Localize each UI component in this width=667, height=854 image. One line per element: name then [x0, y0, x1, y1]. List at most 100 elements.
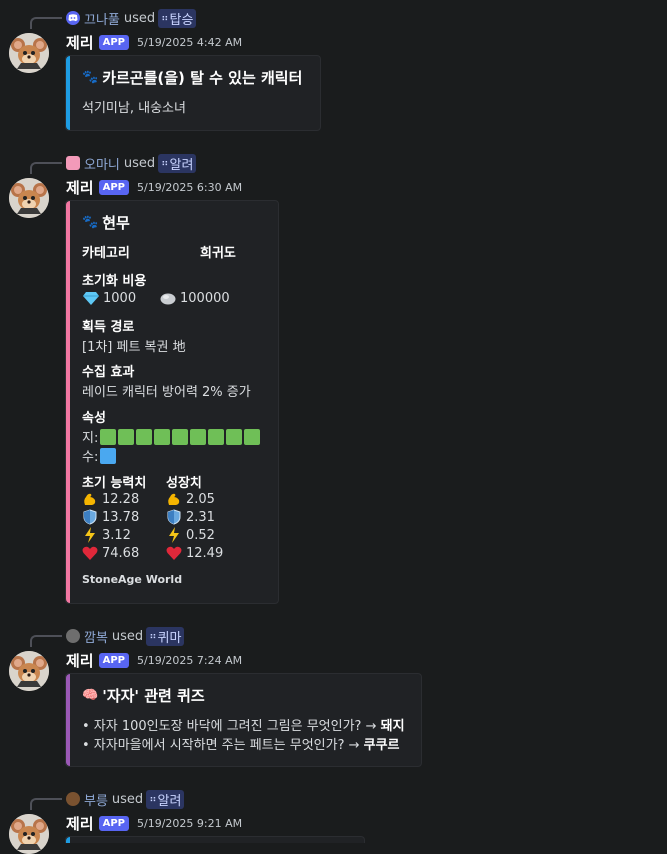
quiz-question-1: • 자자 100인도장 바닥에 그려진 그림은 무엇인가? → — [82, 719, 381, 734]
command-name: 알려 — [169, 157, 194, 173]
attr-water-row: 수: — [82, 446, 118, 465]
initial-defense-value: 13.78 — [102, 509, 140, 525]
growth-hp-value: 12.49 — [186, 545, 224, 561]
gem-icon — [82, 290, 100, 306]
animal-avatar-icon — [66, 629, 80, 643]
shield-icon — [81, 509, 99, 525]
field-route-value: [1차] 페트 복권 地 — [82, 340, 186, 355]
message-header: 제리 APP 5/19/2025 4:42 AM — [66, 32, 242, 52]
embed-title: 🐾 현무 — [82, 212, 130, 233]
quiz-line-1: • 자자 100인도장 바닥에 그려진 그림은 무엇인가? → 돼지 — [82, 715, 405, 734]
field-route-label: 획득 경로 — [82, 320, 135, 335]
avatar[interactable] — [9, 814, 49, 854]
discord-icon — [66, 11, 80, 25]
pink-avatar-icon — [66, 156, 80, 170]
growth-speed: 0.52 — [165, 527, 215, 543]
lightning-icon — [165, 527, 183, 543]
muscle-icon — [165, 491, 183, 507]
attr-square — [136, 428, 153, 445]
initial-defense: 13.78 — [81, 509, 139, 525]
slash-command[interactable]: ⠶ 탑승 — [158, 8, 197, 28]
timestamp[interactable]: 5/19/2025 4:42 AM — [137, 36, 242, 49]
reply-used-text: used — [111, 628, 144, 644]
field-growth-label: 성장치 — [166, 476, 202, 491]
reply-username[interactable]: 부릉 — [84, 790, 108, 809]
initial-attack: 12.28 — [81, 491, 139, 507]
username[interactable]: 제리 — [66, 650, 94, 671]
reply-connector — [30, 635, 62, 647]
lightning-icon — [81, 527, 99, 543]
embed-title: 🐾 카르곤를(을) 탈 수 있는 캐릭터 — [82, 67, 302, 88]
brain-icon: 🧠 — [82, 688, 99, 703]
reply-context[interactable]: 부릉 used ⠶ 알려 — [66, 789, 185, 809]
reply-used-text: used — [111, 791, 144, 807]
timestamp[interactable]: 5/19/2025 6:30 AM — [137, 181, 242, 194]
shield-icon — [165, 509, 183, 525]
embed-card: 🐾 현무 카테고리 희귀도 초기화 비용 1000 100000 획득 경로 [… — [65, 200, 279, 604]
embed-description: 석기미남, 내숭소녀 — [82, 101, 186, 116]
heart-icon — [81, 545, 99, 561]
username[interactable]: 제리 — [66, 813, 94, 834]
command-icon: ⠶ — [149, 630, 156, 642]
timestamp[interactable]: 5/19/2025 7:24 AM — [137, 654, 242, 667]
embed-footer: StoneAge World — [82, 573, 183, 586]
reply-used-text: used — [123, 155, 156, 171]
cost-gem-value: 1000 — [103, 290, 137, 306]
message-header: 제리 APP 5/19/2025 9:21 AM — [66, 813, 242, 833]
command-icon: ⠶ — [161, 12, 168, 24]
avatar[interactable] — [9, 33, 49, 73]
embed-title: 🧠 '자자' 관련 퀴즈 — [82, 685, 205, 706]
message-header: 제리 APP 5/19/2025 7:24 AM — [66, 650, 242, 670]
field-cost-label: 초기화 비용 — [82, 274, 147, 289]
slash-command[interactable]: ⠶ 알려 — [158, 153, 197, 173]
reply-context[interactable]: 끄나풀 used ⠶ 탑승 — [66, 8, 197, 28]
initial-attack-value: 12.28 — [102, 491, 140, 507]
embed-title-text: 카르곤를(을) 탈 수 있는 캐릭터 — [102, 69, 303, 87]
app-badge: APP — [98, 179, 130, 195]
quiz-answer-1: 돼지 — [380, 719, 405, 734]
reply-username[interactable]: 끄나풀 — [84, 9, 120, 28]
attr-square — [100, 447, 117, 464]
reply-username[interactable]: 깜복 — [84, 627, 108, 646]
attr-water-squares — [100, 447, 118, 464]
paw-icon: 🐾 — [82, 70, 99, 85]
slash-command[interactable]: ⠶ 퀴마 — [146, 626, 185, 646]
command-name: 알려 — [157, 793, 182, 809]
timestamp[interactable]: 5/19/2025 9:21 AM — [137, 817, 242, 830]
reply-connector — [30, 17, 62, 29]
reply-username[interactable]: 오마니 — [84, 154, 120, 173]
growth-defense: 2.31 — [165, 509, 215, 525]
reply-context[interactable]: 깜복 used ⠶ 퀴마 — [66, 626, 185, 646]
stone-icon — [159, 290, 177, 306]
reply-context[interactable]: 오마니 used ⠶ 알려 — [66, 153, 197, 173]
username[interactable]: 제리 — [66, 32, 94, 53]
reply-connector — [30, 162, 62, 174]
embed-accent-bar — [66, 201, 70, 603]
command-name: 탑승 — [169, 12, 194, 28]
attr-square — [172, 428, 189, 445]
attr-earth-squares — [100, 428, 262, 445]
embed-title-text: 현무 — [102, 214, 130, 232]
embed-accent-bar — [66, 56, 70, 130]
growth-attack-value: 2.05 — [186, 491, 215, 507]
embed-card: 🐾 카르곤를(을) 탈 수 있는 캐릭터 석기미남, 내숭소녀 — [65, 55, 321, 131]
brown-avatar-icon — [66, 792, 80, 806]
quiz-answer-2: 쿠쿠르 — [363, 738, 400, 753]
attr-square — [190, 428, 207, 445]
reply-used-text: used — [123, 10, 156, 26]
app-badge: APP — [98, 34, 130, 50]
field-category-label: 카테고리 — [82, 246, 130, 261]
cost-gem: 1000 — [82, 290, 136, 306]
initial-speed: 3.12 — [81, 527, 131, 543]
quiz-line-2: • 자자마을에서 시작하면 주는 페트는 무엇인가? → 쿠쿠르 — [82, 734, 400, 753]
attr-square — [244, 428, 261, 445]
username[interactable]: 제리 — [66, 177, 94, 198]
initial-hp: 74.68 — [81, 545, 139, 561]
avatar[interactable] — [9, 178, 49, 218]
cost-stone: 100000 — [159, 290, 230, 306]
attr-square — [118, 428, 135, 445]
avatar[interactable] — [9, 651, 49, 691]
attr-earth-row: 지: — [82, 427, 262, 446]
attr-square — [208, 428, 225, 445]
slash-command[interactable]: ⠶ 알려 — [146, 789, 185, 809]
